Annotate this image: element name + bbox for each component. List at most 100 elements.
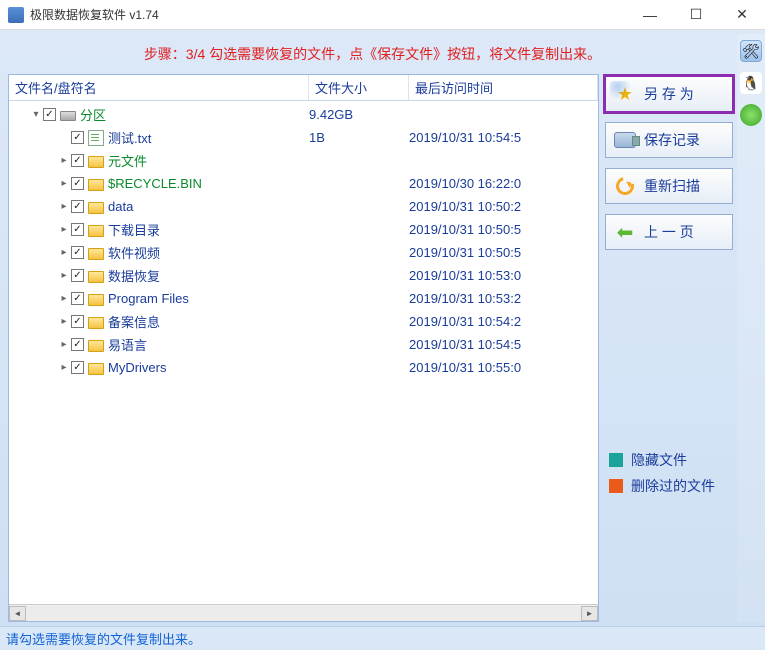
rail-qq-icon[interactable]: 🐧 [740, 72, 762, 94]
scroll-right-icon[interactable]: ► [581, 606, 598, 621]
side-buttons: 另 存 为 保存记录 重新扫描 ⬅ 上 一 页 隐藏文件 [605, 74, 733, 622]
expander-icon[interactable]: ▸ [57, 270, 71, 281]
rescan-button[interactable]: 重新扫描 [605, 168, 733, 204]
row-date: 2019/10/30 16:22:0 [409, 176, 598, 191]
status-text: 请勾选需要恢复的文件复制出来。 [6, 629, 201, 648]
star-icon [614, 83, 636, 105]
checkbox[interactable] [71, 223, 84, 236]
checkbox[interactable] [71, 361, 84, 374]
folder-icon [88, 248, 104, 260]
main-area: 步骤：3/4 勾选需要恢复的文件，点《保存文件》按钮，将文件复制出来。 文件名/… [0, 30, 765, 626]
legend-hidden-swatch [609, 453, 623, 467]
row-date: 2019/10/31 10:54:5 [409, 337, 598, 352]
row-label: $RECYCLE.BIN [108, 176, 202, 191]
drive-icon [60, 111, 76, 121]
tree-row[interactable]: ▸ MyDrivers 2019/10/31 10:55:0 [9, 356, 598, 379]
column-size[interactable]: 文件大小 [309, 75, 409, 100]
folder-icon [88, 271, 104, 283]
tree-body[interactable]: ▾分区9.42GB测试.txt1B2019/10/31 10:54:5▸元文件▸… [9, 101, 598, 604]
rail-tool-icon[interactable]: 🛠 [740, 40, 762, 62]
expander-icon[interactable]: ▸ [57, 178, 71, 189]
checkbox[interactable] [71, 269, 84, 282]
checkbox[interactable] [71, 315, 84, 328]
tree-row[interactable]: ▸ data 2019/10/31 10:50:2 [9, 195, 598, 218]
step-message: 步骤：3/4 勾选需要恢复的文件，点《保存文件》按钮，将文件复制出来。 [8, 34, 737, 74]
folder-icon [88, 294, 104, 306]
expander-icon[interactable]: ▸ [57, 224, 71, 235]
tree-header: 文件名/盘符名 文件大小 最后访问时间 [9, 75, 598, 101]
row-date: 2019/10/31 10:53:2 [409, 291, 598, 306]
window-title: 极限数据恢复软件 v1.74 [30, 6, 627, 23]
maximize-button[interactable]: ☐ [673, 0, 719, 30]
row-label: 下载目录 [108, 220, 160, 239]
scroll-left-icon[interactable]: ◄ [9, 606, 26, 621]
tree-row[interactable]: ▸ 元文件 [9, 149, 598, 172]
tree-row[interactable]: ▸ Program Files 2019/10/31 10:53:2 [9, 287, 598, 310]
legend-hidden-label: 隐藏文件 [631, 450, 687, 470]
checkbox[interactable] [71, 246, 84, 259]
row-date: 2019/10/31 10:50:5 [409, 245, 598, 260]
camera-icon [614, 129, 636, 151]
checkbox[interactable] [71, 177, 84, 190]
folder-icon [88, 202, 104, 214]
row-label: 易语言 [108, 335, 147, 354]
row-label: Program Files [108, 291, 189, 306]
tree-row[interactable]: ▸软件视频2019/10/31 10:50:5 [9, 241, 598, 264]
folder-icon [88, 156, 104, 168]
minimize-button[interactable]: — [627, 0, 673, 30]
title-bar: 极限数据恢复软件 v1.74 — ☐ ✕ [0, 0, 765, 30]
tree-row[interactable]: ▸ 数据恢复 2019/10/31 10:53:0 [9, 264, 598, 287]
row-label: data [108, 199, 133, 214]
checkbox[interactable] [71, 131, 84, 144]
back-arrow-icon: ⬅ [614, 221, 636, 243]
expander-icon[interactable]: ▸ [57, 362, 71, 373]
back-button[interactable]: ⬅ 上 一 页 [605, 214, 733, 250]
folder-icon [88, 363, 104, 375]
expander-icon[interactable]: ▸ [57, 293, 71, 304]
checkbox[interactable] [71, 154, 84, 167]
row-date: 2019/10/31 10:54:2 [409, 314, 598, 329]
checkbox[interactable] [71, 338, 84, 351]
row-label: 测试.txt [108, 128, 151, 147]
row-label: 备案信息 [108, 312, 160, 331]
tree-row[interactable]: 测试.txt1B2019/10/31 10:54:5 [9, 126, 598, 149]
expander-icon[interactable]: ▾ [29, 109, 43, 120]
tree-row[interactable]: ▸ 易语言 2019/10/31 10:54:5 [9, 333, 598, 356]
row-label: MyDrivers [108, 360, 167, 375]
expander-icon[interactable]: ▸ [57, 316, 71, 327]
expander-icon[interactable]: ▸ [57, 247, 71, 258]
horizontal-scrollbar[interactable]: ◄ ► [9, 604, 598, 621]
checkbox[interactable] [71, 200, 84, 213]
close-button[interactable]: ✕ [719, 0, 765, 30]
tree-row[interactable]: ▸ $RECYCLE.BIN 2019/10/30 16:22:0 [9, 172, 598, 195]
scroll-track[interactable] [26, 606, 581, 621]
folder-icon [88, 225, 104, 237]
tree-row[interactable]: ▸ 备案信息 2019/10/31 10:54:2 [9, 310, 598, 333]
column-date[interactable]: 最后访问时间 [409, 75, 598, 100]
tree-row[interactable]: ▾分区9.42GB [9, 103, 598, 126]
status-bar: 请勾选需要恢复的文件复制出来。 [0, 626, 765, 650]
legend-deleted-swatch [609, 479, 623, 493]
checkbox[interactable] [71, 292, 84, 305]
column-name[interactable]: 文件名/盘符名 [9, 75, 309, 100]
app-icon [8, 7, 24, 23]
expander-icon[interactable]: ▸ [57, 339, 71, 350]
rail-help-icon[interactable] [740, 104, 762, 126]
window-controls: — ☐ ✕ [627, 0, 765, 30]
row-date: 2019/10/31 10:50:2 [409, 199, 598, 214]
save-log-button[interactable]: 保存记录 [605, 122, 733, 158]
legend-deleted-label: 删除过的文件 [631, 476, 715, 496]
save-as-label: 另 存 为 [644, 84, 694, 104]
row-label: 元文件 [108, 151, 147, 170]
row-label: 数据恢复 [108, 266, 160, 285]
row-date: 2019/10/31 10:53:0 [409, 268, 598, 283]
checkbox[interactable] [43, 108, 56, 121]
refresh-icon [614, 175, 636, 197]
folder-icon [88, 340, 104, 352]
back-label: 上 一 页 [644, 222, 694, 242]
save-as-button[interactable]: 另 存 为 [605, 76, 733, 112]
tree-row[interactable]: ▸下载目录2019/10/31 10:50:5 [9, 218, 598, 241]
expander-icon[interactable]: ▸ [57, 201, 71, 212]
expander-icon[interactable]: ▸ [57, 155, 71, 166]
row-date: 2019/10/31 10:55:0 [409, 360, 598, 375]
